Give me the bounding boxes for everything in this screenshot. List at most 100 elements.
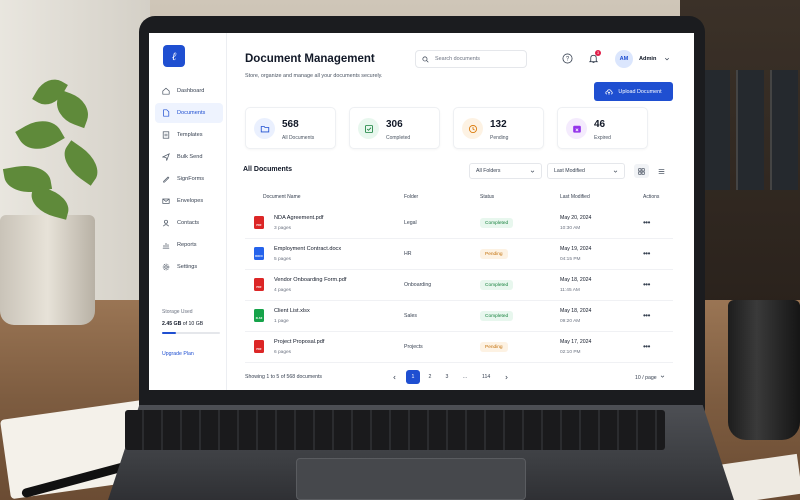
sidebar-item-signforms[interactable]: SignForms bbox=[155, 169, 223, 189]
per-page-select[interactable]: 10 / page bbox=[635, 374, 665, 381]
more-actions-icon[interactable]: ••• bbox=[643, 249, 650, 258]
document-name[interactable]: Vendor Onboarding Form.pdf bbox=[274, 277, 346, 283]
chevron-right-icon bbox=[505, 375, 508, 379]
table-row[interactable]: XLSX Client List.xlsx 1 page Sales Compl… bbox=[245, 301, 673, 332]
column-header-name[interactable]: Document Name bbox=[263, 194, 301, 200]
stat-label: Expired bbox=[594, 135, 611, 141]
status-badge: Pending bbox=[480, 342, 508, 352]
section-title: All Documents bbox=[243, 166, 293, 173]
folder-icon bbox=[254, 118, 275, 139]
stat-card-completed[interactable]: 306 Completed bbox=[349, 107, 440, 149]
pagination-page-2[interactable]: 2 bbox=[423, 370, 437, 384]
stat-card-expired[interactable]: 46 Expired bbox=[557, 107, 648, 149]
chevron-down-icon bbox=[530, 170, 535, 173]
modified-date: May 20, 2024 bbox=[560, 215, 592, 221]
sidebar-item-label: SignForms bbox=[177, 176, 205, 182]
more-actions-icon[interactable]: ••• bbox=[643, 311, 650, 320]
modified-date: May 18, 2024 bbox=[560, 277, 592, 283]
sidebar-item-dashboard[interactable]: Dashboard bbox=[155, 81, 223, 101]
laptop-keyboard bbox=[125, 410, 665, 450]
template-icon bbox=[162, 131, 170, 139]
document-name[interactable]: Client List.xlsx bbox=[274, 308, 310, 314]
grid-view-button[interactable] bbox=[634, 164, 649, 178]
modified-date: May 17, 2024 bbox=[560, 339, 592, 345]
stat-card-all-documents[interactable]: 568 All Documents bbox=[245, 107, 336, 149]
envelope-icon bbox=[162, 197, 170, 205]
per-page-value: 10 / page bbox=[635, 375, 657, 381]
modified-time: 02:10 PM bbox=[560, 350, 581, 355]
column-header-status[interactable]: Status bbox=[480, 194, 494, 200]
sidebar-item-label: Settings bbox=[177, 264, 198, 270]
sidebar-item-settings[interactable]: Settings bbox=[155, 257, 223, 277]
sidebar-item-documents[interactable]: Documents bbox=[155, 103, 223, 123]
stat-value: 132 bbox=[490, 119, 507, 130]
search-icon bbox=[422, 55, 429, 63]
document-pages: 6 pages bbox=[274, 350, 292, 355]
sidebar-item-reports[interactable]: Reports bbox=[155, 235, 223, 255]
table-row[interactable]: PDF Vendor Onboarding Form.pdf 4 pages O… bbox=[245, 270, 673, 301]
sort-select[interactable]: Last Modified bbox=[547, 163, 625, 179]
pdf-file-icon: PDF bbox=[254, 278, 264, 291]
document-folder: Legal bbox=[404, 220, 417, 226]
signature-logo-icon[interactable]: ℓ bbox=[163, 45, 185, 67]
table-row[interactable]: PDF NDA Agreement.pdf 3 pages Legal Comp… bbox=[245, 208, 673, 239]
storage-bar-fill bbox=[162, 332, 177, 334]
upgrade-plan-link[interactable]: Upgrade Plan bbox=[162, 351, 194, 357]
app-screen: ℓ Dashboard Documents Templates Bulk Sen… bbox=[149, 33, 694, 390]
sidebar-item-bulk-send[interactable]: Bulk Send bbox=[155, 147, 223, 167]
pagination-next-button[interactable] bbox=[499, 370, 513, 384]
sidebar-item-label: Contacts bbox=[177, 220, 200, 226]
table-row[interactable]: DOCX Employment Contract.docx 5 pages HR… bbox=[245, 239, 673, 270]
modified-date: May 19, 2024 bbox=[560, 246, 592, 252]
column-header-last-modified[interactable]: Last Modified bbox=[560, 194, 590, 200]
stat-value: 46 bbox=[594, 119, 606, 130]
search-placeholder: Search documents bbox=[435, 56, 480, 62]
grid-icon bbox=[638, 167, 645, 175]
stat-label: Pending bbox=[490, 135, 509, 141]
stat-card-pending[interactable]: 132 Pending bbox=[453, 107, 544, 149]
sidebar-item-templates[interactable]: Templates bbox=[155, 125, 223, 145]
column-header-folder[interactable]: Folder bbox=[404, 194, 418, 200]
sidebar-item-envelopes[interactable]: Envelopes bbox=[155, 191, 223, 211]
stat-value: 568 bbox=[282, 119, 299, 130]
document-folder: Projects bbox=[404, 344, 423, 350]
storage-label: Storage Used bbox=[162, 309, 193, 315]
document-pages: 4 pages bbox=[274, 288, 292, 293]
more-actions-icon[interactable]: ••• bbox=[643, 342, 650, 351]
sidebar-item-contacts[interactable]: Contacts bbox=[155, 213, 223, 233]
docx-file-icon: DOCX bbox=[254, 247, 264, 260]
list-icon bbox=[658, 168, 665, 174]
document-name[interactable]: NDA Agreement.pdf bbox=[274, 215, 323, 221]
avatar[interactable]: AM bbox=[615, 50, 633, 68]
pagination-page-last[interactable]: 114 bbox=[479, 370, 493, 384]
column-header-actions: Actions bbox=[643, 194, 660, 200]
chevron-down-icon bbox=[660, 375, 664, 378]
chevron-down-icon bbox=[613, 170, 618, 173]
page-subtitle: Store, organize and manage all your docu… bbox=[245, 73, 383, 79]
more-actions-icon[interactable]: ••• bbox=[643, 280, 650, 289]
user-name[interactable]: Admin bbox=[639, 56, 656, 62]
pagination-page-1[interactable]: 1 bbox=[406, 370, 420, 384]
document-name[interactable]: Employment Contract.docx bbox=[274, 246, 341, 252]
list-view-button[interactable] bbox=[654, 164, 669, 178]
document-pages: 5 pages bbox=[274, 257, 292, 262]
showing-count: Showing 1 to 5 of 568 documents bbox=[245, 374, 322, 380]
xlsx-file-icon: XLSX bbox=[254, 309, 264, 322]
help-icon[interactable]: ? bbox=[562, 53, 573, 64]
status-badge: Completed bbox=[480, 218, 514, 228]
pdf-file-icon: PDF bbox=[254, 340, 264, 353]
folder-filter-select[interactable]: All Folders bbox=[469, 163, 542, 179]
modified-time: 09:20 AM bbox=[560, 319, 581, 324]
document-folder: Onboarding bbox=[404, 282, 432, 288]
chevron-down-icon[interactable] bbox=[664, 56, 670, 62]
pagination-page-3[interactable]: 3 bbox=[440, 370, 454, 384]
more-actions-icon[interactable]: ••• bbox=[643, 218, 650, 227]
upload-document-button[interactable]: Upload Document bbox=[594, 82, 673, 101]
status-badge: Completed bbox=[480, 311, 514, 321]
document-name[interactable]: Project Proposal.pdf bbox=[274, 339, 324, 345]
modified-time: 04:15 PM bbox=[560, 257, 581, 262]
notification-badge: 3 bbox=[595, 50, 601, 56]
table-row[interactable]: PDF Project Proposal.pdf 6 pages Project… bbox=[245, 332, 673, 363]
search-input[interactable]: Search documents bbox=[415, 50, 527, 68]
pagination-prev-button[interactable] bbox=[387, 370, 401, 384]
